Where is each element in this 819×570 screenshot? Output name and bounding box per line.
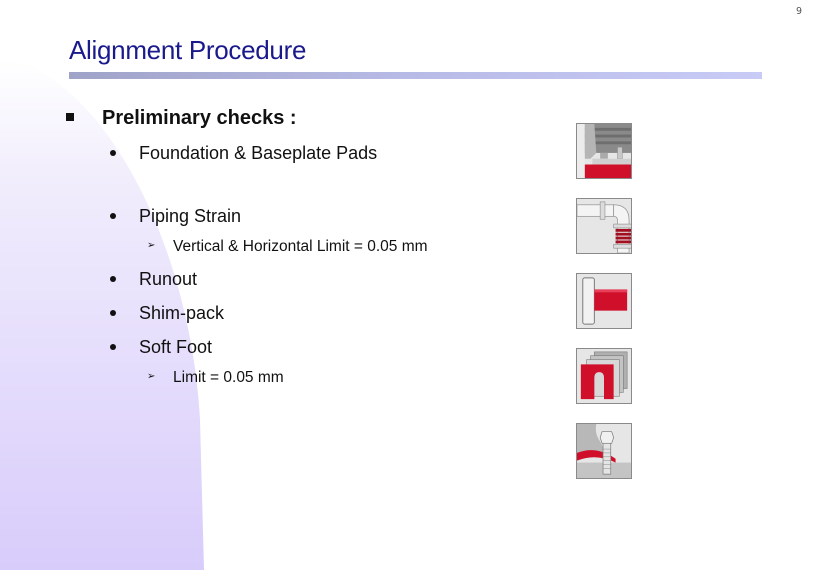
list-item-piping-strain: Piping Strain: [110, 206, 241, 227]
dot-bullet-icon: [110, 276, 116, 283]
slide-title: Alignment Procedure: [69, 35, 307, 65]
sub-item-label: Limit = 0.05 mm: [173, 369, 284, 386]
sub-item-soft-foot-limit: ➢ Limit = 0.05 mm: [147, 369, 284, 387]
heading-preliminary-checks: Preliminary checks :: [66, 107, 297, 130]
list-item-soft-foot: Soft Foot: [110, 337, 212, 358]
soft-foot-icon: [576, 423, 632, 479]
dot-bullet-icon: [110, 213, 116, 220]
list-item-label: Runout: [139, 269, 198, 289]
shim-pack-icon: [576, 348, 632, 404]
page-number: 9: [795, 6, 802, 17]
piping-strain-icon: [576, 198, 632, 254]
sub-item-piping-limit: ➢ Vertical & Horizontal Limit = 0.05 mm: [147, 238, 428, 256]
list-item-shim-pack: Shim-pack: [110, 303, 224, 324]
square-bullet-icon: [66, 112, 74, 121]
list-item-runout: Runout: [110, 269, 197, 290]
list-item-label: Foundation & Baseplate Pads: [139, 143, 378, 163]
title-underline-bar: [69, 72, 762, 79]
runout-icon: [576, 273, 632, 329]
dot-bullet-icon: [110, 310, 116, 317]
list-item-label: Soft Foot: [139, 337, 213, 357]
sub-item-label: Vertical & Horizontal Limit = 0.05 mm: [173, 238, 428, 255]
arrow-bullet-icon: ➢: [147, 240, 156, 252]
list-item-foundation: Foundation & Baseplate Pads: [110, 143, 377, 164]
arrow-bullet-icon: ➢: [147, 371, 156, 383]
list-item-label: Piping Strain: [139, 206, 242, 226]
dot-bullet-icon: [110, 344, 116, 351]
foundation-baseplate-icon: [576, 123, 632, 179]
list-item-label: Shim-pack: [139, 303, 225, 323]
heading-text: Preliminary checks :: [102, 107, 297, 129]
dot-bullet-icon: [110, 150, 116, 157]
